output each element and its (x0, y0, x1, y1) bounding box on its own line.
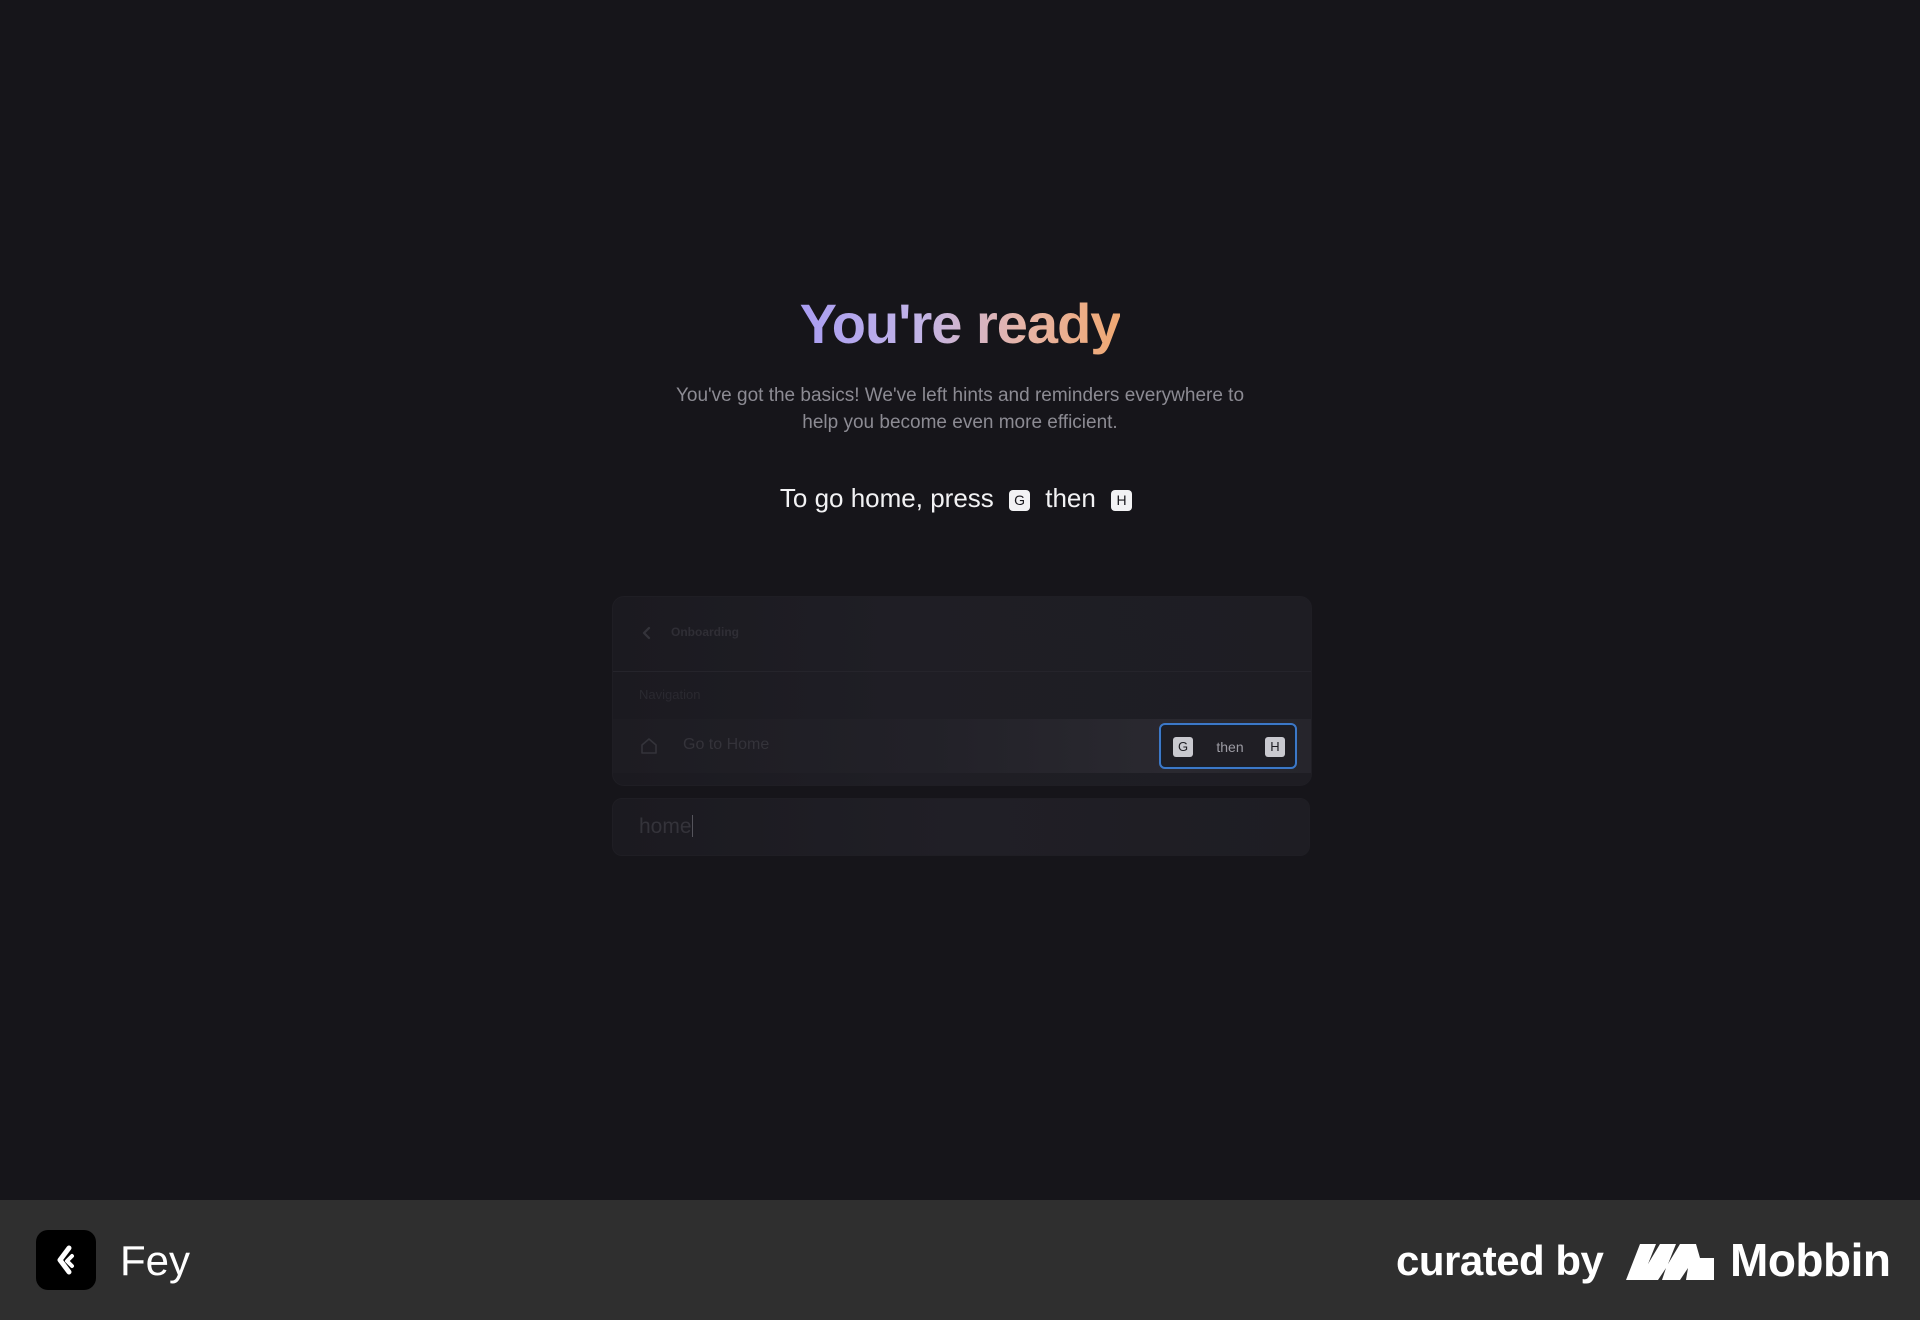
instruction-then: then (1045, 483, 1096, 513)
curated-by-label: curated by (1396, 1237, 1604, 1284)
shortcut-then: then (1216, 739, 1244, 755)
onboarding-screen: You're ready You've got the basics! We'v… (0, 0, 1920, 1200)
home-icon (639, 736, 659, 756)
app-name: Fey (120, 1237, 191, 1284)
fey-logo-icon (36, 1230, 96, 1290)
shortcut-hint: G then H (1159, 723, 1297, 769)
mobbin-logo-icon (1626, 1240, 1714, 1280)
shortcut-key-g: G (1173, 737, 1193, 757)
breadcrumb: Onboarding (671, 625, 739, 639)
chevron-left-icon[interactable] (639, 625, 655, 641)
shortcut-instruction: To go home, press G then H (0, 480, 1920, 516)
onboarding-subtitle: You've got the basics! We've left hints … (675, 385, 1245, 433)
palette-header: Onboarding (613, 597, 1311, 672)
instruction-prefix: To go home, press (779, 483, 994, 513)
search-input-value: home (639, 815, 693, 838)
page-title: You're ready (799, 292, 1122, 355)
command-palette-preview: Onboarding Navigation Go to Home G then … (612, 596, 1312, 786)
palette-item-go-to-home[interactable]: Go to Home G then H (613, 719, 1311, 773)
palette-section-label: Navigation (639, 687, 701, 702)
shortcut-key-h: H (1265, 737, 1285, 757)
key-h: H (1111, 490, 1133, 511)
palette-item-label: Go to Home (683, 736, 770, 753)
text-caret (691, 815, 693, 837)
search-input[interactable]: home (612, 798, 1310, 856)
mobbin-brand: Mobbin (1730, 1234, 1891, 1286)
key-g: G (1009, 490, 1031, 511)
footer-bar: Fey curated by Mobbin (0, 1200, 1920, 1320)
